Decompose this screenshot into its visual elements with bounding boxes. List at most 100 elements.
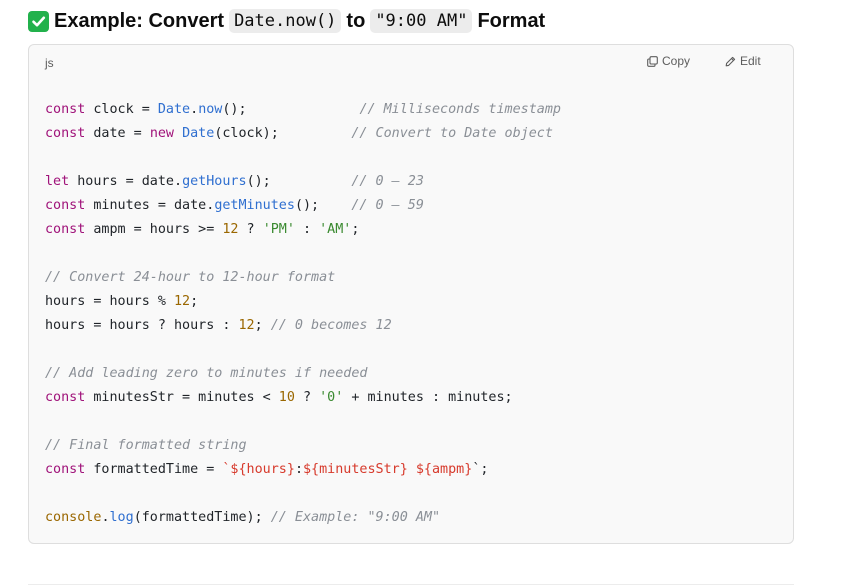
code-token: hours = hours ? hours :: [45, 318, 239, 333]
code-token: (clock);: [214, 126, 279, 141]
code-token: new: [149, 126, 174, 141]
code-token: console: [45, 510, 102, 525]
code-token: '0': [319, 390, 344, 405]
check-mark-icon: [28, 10, 49, 32]
code-line: const clock = Date.now(); // Millisecond…: [45, 98, 561, 122]
code-token: Date: [157, 102, 191, 117]
code-block: js Copy Edit const clock = Date.now(); /…: [28, 44, 794, 544]
code-token: :: [294, 462, 303, 477]
code-token: date =: [85, 126, 150, 141]
copy-button-label: Copy: [662, 54, 691, 68]
code-line: const formattedTime = `${hours}:${minute…: [45, 458, 561, 482]
code-language-label: js: [45, 56, 54, 70]
code-token: ;: [190, 294, 199, 309]
code-token: const: [45, 390, 86, 405]
code-token: let: [45, 174, 70, 189]
code-token: getMinutes: [214, 198, 295, 213]
code-token: 12: [222, 222, 239, 237]
code-token: 12: [174, 294, 191, 309]
code-token: ;: [351, 222, 360, 237]
edit-button-label: Edit: [740, 54, 761, 68]
copy-button[interactable]: Copy: [647, 54, 690, 68]
code-token: :: [294, 222, 320, 237]
code-token: minutesStr = minutes <: [85, 390, 279, 405]
code-token: hours = hours %: [45, 294, 174, 309]
code-line: const date = new Date(clock); // Convert…: [45, 122, 561, 146]
code-token: // 0 – 23: [351, 174, 424, 189]
heading-text-example: Example: Convert: [54, 9, 225, 32]
code-token: 'PM': [262, 222, 295, 237]
code-token: ${ampm}: [415, 462, 473, 477]
code-token: log: [109, 510, 134, 525]
code-token: 'AM': [319, 222, 352, 237]
heading-text-format: Format: [477, 9, 546, 32]
code-token: const: [45, 222, 86, 237]
code-token: const: [45, 126, 86, 141]
code-token: // Milliseconds timestamp: [359, 102, 561, 117]
code-token: Date: [182, 126, 215, 141]
code-token: // Convert 24-hour to 12-hour format: [45, 270, 336, 285]
code-token: ();: [294, 198, 320, 213]
code-token: hours = date.: [69, 174, 183, 189]
code-token: getHours: [182, 174, 247, 189]
code-content: const clock = Date.now(); // Millisecond…: [45, 98, 561, 530]
code-token: 12: [238, 318, 255, 333]
code-token: ;: [254, 318, 271, 333]
code-token: ${minutesStr}: [303, 462, 408, 477]
code-line: const minutesStr = minutes < 10 ? '0' + …: [45, 386, 561, 410]
code-line: const minutes = date.getMinutes(); // 0 …: [45, 194, 561, 218]
code-token: // Convert to Date object: [351, 126, 553, 141]
code-token: ();: [246, 174, 271, 189]
heading-text-to: to: [346, 9, 366, 32]
code-token: formattedTime =: [85, 462, 223, 477]
code-token: // Final formatted string: [45, 438, 247, 453]
code-token: // Add leading zero to minutes if needed: [45, 366, 368, 381]
code-token: now: [198, 102, 223, 117]
code-line: console.log(formattedTime); // Example: …: [45, 506, 561, 530]
pencil-icon: [725, 56, 736, 66]
code-line: // Final formatted string: [45, 434, 561, 458]
code-token: 10: [278, 390, 295, 405]
code-token: const: [45, 198, 86, 213]
code-token: clock =: [85, 102, 158, 117]
code-token: .: [101, 510, 110, 525]
code-token: ?: [238, 222, 263, 237]
code-token: // 0 – 59: [351, 198, 424, 213]
code-token: + minutes : minutes;: [343, 390, 513, 405]
code-token: // Example: "9:00 AM": [270, 510, 441, 525]
code-token: minutes = date.: [85, 198, 215, 213]
edit-button[interactable]: Edit: [725, 54, 761, 68]
code-token: ?: [294, 390, 320, 405]
code-token: const: [45, 102, 86, 117]
divider: [28, 584, 794, 585]
code-line: let hours = date.getHours(); // 0 – 23: [45, 170, 561, 194]
code-token: .: [190, 102, 199, 117]
code-token: const: [45, 462, 86, 477]
code-line: const ampm = hours >= 12 ? 'PM' : 'AM';: [45, 218, 561, 242]
code-token: ampm = hours >=: [85, 222, 223, 237]
code-line: hours = hours ? hours : 12; // 0 becomes…: [45, 314, 561, 338]
section-heading: Example: Convert Date.now() to "9:00 AM"…: [28, 6, 550, 36]
copy-icon: [647, 55, 658, 67]
code-token: // 0 becomes 12: [270, 318, 392, 333]
code-token: `${hours}: [222, 462, 295, 477]
code-line: hours = hours % 12;: [45, 290, 561, 314]
code-token: (formattedTime);: [133, 510, 271, 525]
code-line: // Convert 24-hour to 12-hour format: [45, 266, 561, 290]
code-token: ();: [222, 102, 247, 117]
code-token: `;: [472, 462, 489, 477]
heading-inline-code-date-now: Date.now(): [229, 9, 342, 33]
heading-inline-code-time: "9:00 AM": [370, 9, 473, 33]
code-line: // Add leading zero to minutes if needed: [45, 362, 561, 386]
